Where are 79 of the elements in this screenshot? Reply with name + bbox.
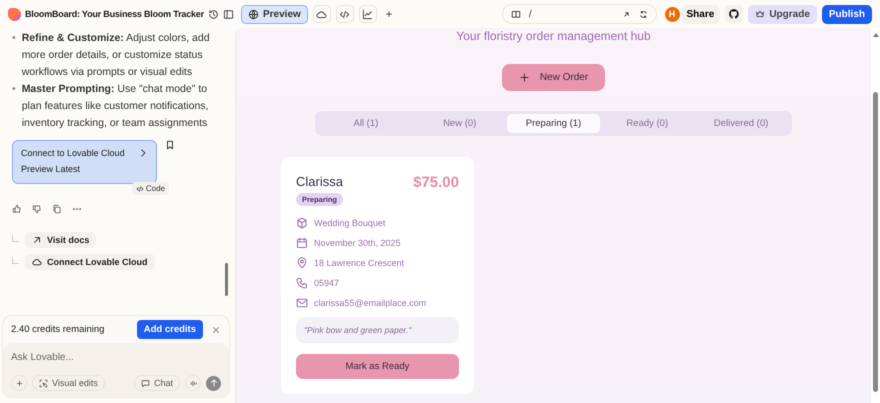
visual-edits-button[interactable]: Visual edits bbox=[32, 375, 105, 391]
plus-icon bbox=[14, 378, 24, 388]
status-tab[interactable]: All (1) bbox=[319, 114, 413, 133]
crown-icon bbox=[755, 9, 766, 19]
github-button[interactable] bbox=[725, 5, 744, 23]
add-credits-button[interactable]: Add credits bbox=[136, 320, 203, 339]
close-button[interactable] bbox=[211, 324, 221, 334]
code-button[interactable]: Code bbox=[132, 182, 169, 195]
app-subtitle: Your floristry order management hub bbox=[456, 29, 651, 43]
order-note: "Pink bow and green paper." bbox=[296, 317, 459, 343]
order-detail: November 30th, 2025 bbox=[314, 238, 401, 248]
credits-text: 2.40 credits remaining bbox=[11, 324, 106, 335]
cloud-tab[interactable] bbox=[312, 5, 331, 23]
chat-input[interactable]: Ask Lovable... bbox=[11, 352, 211, 363]
order-detail: clarissa55@emailplace.com bbox=[314, 298, 426, 308]
calendar-icon bbox=[296, 236, 308, 248]
attach-button[interactable] bbox=[11, 375, 27, 391]
code-tab[interactable] bbox=[336, 5, 354, 23]
send-button[interactable] bbox=[206, 376, 221, 390]
url-bar[interactable]: / bbox=[502, 4, 657, 24]
new-order-button[interactable]: New Order bbox=[502, 64, 605, 91]
customer-name: Clarissa bbox=[296, 174, 344, 189]
upgrade-button[interactable]: Upgrade bbox=[748, 4, 817, 24]
publish-button[interactable]: Publish bbox=[822, 4, 872, 24]
map-pin-icon bbox=[296, 256, 308, 268]
code-icon bbox=[339, 8, 350, 20]
project-title: BloomBoard: Your Business Bloom Tracker bbox=[25, 9, 204, 19]
octocat-icon bbox=[728, 8, 740, 20]
external-link-icon bbox=[622, 10, 631, 18]
order-detail: 05947 bbox=[314, 278, 340, 288]
refresh-icon bbox=[638, 10, 648, 18]
globe-icon bbox=[248, 8, 259, 20]
preview-tab[interactable]: Preview bbox=[241, 4, 308, 24]
cloud-icon bbox=[32, 257, 42, 267]
suggestion-button[interactable]: Visit docs bbox=[25, 232, 96, 248]
chat-bullet-text: Master Prompting: Use "chat mode" to plan features like customer notifications, inventory tracking, or team assignments bbox=[22, 82, 210, 131]
phone-icon bbox=[296, 276, 308, 288]
chat-icon bbox=[140, 378, 150, 388]
audio-wave-icon bbox=[188, 378, 198, 388]
select-icon bbox=[39, 378, 48, 388]
mail-icon bbox=[296, 296, 308, 308]
thumbs-up-icon bbox=[12, 204, 22, 214]
history-icon bbox=[208, 8, 219, 20]
pages-icon bbox=[510, 9, 521, 19]
cloud-icon bbox=[316, 8, 328, 20]
version-card[interactable]: Connect to Lovable Cloud Preview Latest bbox=[12, 140, 157, 184]
app-logo[interactable] bbox=[8, 8, 21, 20]
bullet-mark: • bbox=[12, 82, 16, 97]
analytics-tab[interactable] bbox=[358, 5, 377, 23]
chat-bullet-text: Refine & Customize: Adjust colors, add more order details, or customize status workflows via prompts or visual edits bbox=[22, 31, 211, 80]
box-icon bbox=[296, 216, 308, 228]
status-tab[interactable]: New (0) bbox=[412, 114, 507, 133]
mark-ready-button[interactable]: Mark as Ready bbox=[296, 354, 459, 379]
share-button[interactable]: Share bbox=[680, 4, 720, 24]
plus-icon bbox=[518, 72, 530, 83]
version-title: Connect to Lovable Cloud bbox=[21, 148, 125, 158]
close-icon bbox=[211, 324, 221, 334]
order-detail: Wedding Bouquet bbox=[314, 218, 386, 228]
voice-button[interactable] bbox=[185, 375, 201, 391]
bookmark-icon bbox=[165, 140, 175, 150]
order-detail: 18 Lawrence Crescent bbox=[314, 258, 404, 268]
arrow-up-icon bbox=[208, 378, 218, 388]
thumbs-down-icon bbox=[32, 204, 42, 214]
plus-icon bbox=[384, 9, 394, 19]
arrow-up-right-icon bbox=[32, 235, 42, 245]
suggestion-button[interactable]: Connect Lovable Cloud bbox=[25, 254, 155, 270]
sidebar-icon bbox=[222, 8, 234, 20]
order-price: $75.00 bbox=[413, 174, 459, 191]
status-tab[interactable]: Ready (0) bbox=[600, 114, 694, 133]
chart-icon bbox=[362, 8, 374, 20]
scrollbar-thumb[interactable] bbox=[873, 92, 878, 392]
chat-mode-button[interactable]: Chat bbox=[134, 375, 180, 391]
version-subtitle: Preview Latest bbox=[21, 164, 82, 174]
status-tab[interactable]: Delivered (0) bbox=[694, 114, 788, 133]
bullet-mark: • bbox=[12, 31, 16, 46]
scrollbar-thumb[interactable] bbox=[225, 263, 228, 296]
copy-icon bbox=[52, 204, 62, 214]
code-icon bbox=[136, 184, 144, 192]
status-tab[interactable]: Preparing (1) bbox=[506, 114, 600, 133]
